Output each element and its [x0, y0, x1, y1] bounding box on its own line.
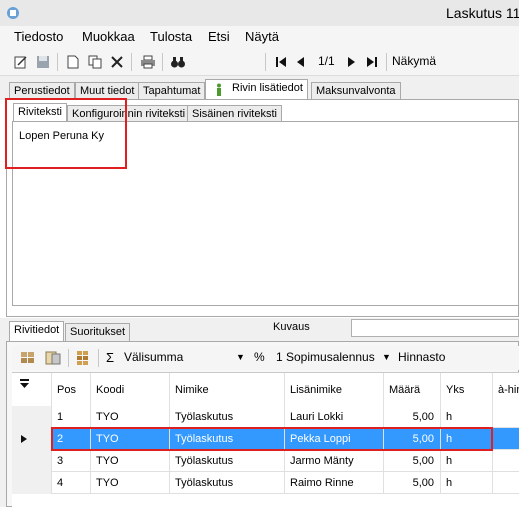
row-selector[interactable] — [12, 406, 52, 428]
grid-header-maara[interactable]: Määrä — [384, 373, 441, 406]
cell-a-hinta[interactable] — [493, 406, 519, 428]
main-toolbar: 1/1 Näkymä — [0, 48, 519, 76]
cell-nimike[interactable]: Työlaskutus — [170, 472, 285, 494]
grid-header-a-hinta[interactable]: à-hin — [493, 373, 519, 406]
next-record-icon[interactable] — [342, 53, 360, 71]
rows-toolbar: Σ Välisumma ▼ % 1 Sopimusalennus ▼ Hinna… — [12, 346, 519, 370]
cell-nimike[interactable]: Työlaskutus — [170, 406, 285, 428]
highlight-box-riviteksti — [5, 98, 127, 169]
menu-file[interactable]: Tiedosto — [14, 29, 63, 44]
window-title: Laskutus 11 — [446, 5, 519, 21]
menu-view[interactable]: Näytä — [245, 29, 279, 44]
kuvaus-label: Kuvaus — [273, 321, 310, 333]
current-row-arrow-icon — [21, 435, 27, 443]
search-binoculars-icon[interactable] — [169, 53, 187, 71]
grid-header-yks[interactable]: Yks — [441, 373, 493, 406]
percent-button[interactable]: % — [254, 350, 265, 364]
cell-maara[interactable]: 5,00 — [384, 472, 441, 494]
price-list-button[interactable]: Hinnasto — [398, 350, 445, 364]
cell-yks[interactable]: h — [441, 406, 493, 428]
cell-nimike[interactable]: Työlaskutus — [170, 450, 285, 472]
menu-search[interactable]: Etsi — [208, 29, 230, 44]
first-record-icon[interactable] — [272, 53, 290, 71]
subtotal-button[interactable]: Välisumma — [124, 350, 183, 364]
view-button[interactable]: Näkymä — [392, 54, 436, 68]
copy-icon[interactable] — [86, 53, 104, 71]
table-row[interactable]: 1 TYO Työlaskutus Lauri Lokki 5,00 h — [12, 406, 519, 428]
grid-rows-icon[interactable] — [76, 350, 94, 369]
cell-koodi[interactable]: TYO — [91, 450, 170, 472]
app-icon — [6, 6, 20, 20]
add-rows-icon[interactable] — [20, 350, 40, 369]
dropdown-arrow-icon[interactable]: ▼ — [382, 352, 391, 362]
cell-yks[interactable]: h — [441, 450, 493, 472]
cell-lisanimike[interactable]: Lauri Lokki — [285, 406, 384, 428]
grid-header-pos[interactable]: Pos — [52, 373, 91, 406]
last-record-icon[interactable] — [363, 53, 381, 71]
new-document-icon[interactable] — [64, 53, 82, 71]
highlight-box-selected-row — [51, 427, 493, 451]
tab-rivitiedot[interactable]: Rivitiedot — [9, 321, 65, 341]
grid-header-koodi[interactable]: Koodi — [91, 373, 170, 406]
cell-maara[interactable]: 5,00 — [384, 406, 441, 428]
cell-lisanimike[interactable]: Jarmo Mänty — [285, 450, 384, 472]
page-indicator: 1/1 — [318, 54, 335, 68]
print-icon[interactable] — [139, 53, 157, 71]
grid-header-lisanimike[interactable]: Lisänimike — [285, 373, 384, 406]
delete-icon[interactable] — [108, 53, 126, 71]
cell-yks[interactable]: h — [441, 472, 493, 494]
menu-print[interactable]: Tulosta — [150, 29, 192, 44]
cell-lisanimike[interactable]: Raimo Rinne — [285, 472, 384, 494]
cell-pos[interactable]: 1 — [52, 406, 91, 428]
cell-a-hinta[interactable] — [493, 472, 519, 494]
cell-a-hinta[interactable] — [493, 428, 519, 450]
cell-pos[interactable]: 3 — [52, 450, 91, 472]
table-row[interactable]: 3 TYO Työlaskutus Jarmo Mänty 5,00 h — [12, 450, 519, 472]
cell-pos[interactable]: 4 — [52, 472, 91, 494]
cell-maara[interactable]: 5,00 — [384, 450, 441, 472]
tab-sisainen-riviteksti[interactable]: Sisäinen riviteksti — [187, 105, 282, 122]
sigma-icon: Σ — [106, 350, 115, 365]
cell-a-hinta[interactable] — [493, 450, 519, 472]
row-selector[interactable] — [12, 472, 52, 494]
tab-suoritukset[interactable]: Suoritukset — [65, 323, 131, 341]
row-details-icon[interactable] — [44, 350, 62, 369]
edit-icon[interactable] — [12, 53, 30, 71]
discount-selector[interactable]: 1 Sopimusalennus — [276, 350, 375, 364]
row-selector[interactable] — [12, 450, 52, 472]
kuvaus-input[interactable] — [351, 319, 519, 337]
menu-bar: Tiedosto Muokkaa Tulosta Etsi Näytä — [0, 26, 519, 48]
cell-koodi[interactable]: TYO — [91, 406, 170, 428]
grid-header-selector[interactable] — [12, 373, 52, 406]
cell-koodi[interactable]: TYO — [91, 472, 170, 494]
row-selector[interactable] — [12, 428, 52, 450]
title-bar — [0, 0, 519, 26]
grid-header-nimike[interactable]: Nimike — [170, 373, 285, 406]
save-icon[interactable] — [34, 53, 52, 71]
previous-record-icon[interactable] — [292, 53, 310, 71]
dropdown-arrow-icon[interactable]: ▼ — [236, 352, 245, 362]
menu-edit[interactable]: Muokkaa — [82, 29, 135, 44]
table-row[interactable]: 4 TYO Työlaskutus Raimo Rinne 5,00 h — [12, 472, 519, 494]
info-icon — [214, 83, 224, 100]
